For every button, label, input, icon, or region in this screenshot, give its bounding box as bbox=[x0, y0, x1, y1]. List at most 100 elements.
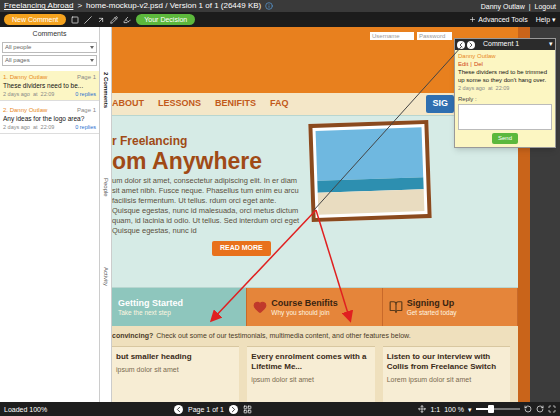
comment-popup: Comment 1▾Danny OutlawEdit|DelThese divi… bbox=[454, 38, 556, 148]
column-body: ipsum dolor sit amet bbox=[251, 375, 370, 384]
grid-icon[interactable] bbox=[243, 405, 252, 414]
column-card: but smaller heading ipsum dolor sit amet bbox=[112, 346, 239, 402]
title-bar: Freelancing Abroad > home-mockup-v2.psd / … bbox=[0, 0, 560, 12]
pan-icon[interactable] bbox=[418, 405, 426, 413]
popup-author: Danny Outlaw bbox=[458, 52, 552, 60]
side-tab[interactable]: Activity bbox=[101, 267, 110, 286]
next-comment-icon[interactable] bbox=[467, 41, 475, 49]
user-name: Danny Outlaw bbox=[481, 3, 525, 10]
comment-page: Page 1 bbox=[77, 106, 96, 114]
column-body: Lorem ipsum dolor sit amet bbox=[387, 375, 506, 384]
line-tool-icon[interactable] bbox=[84, 16, 92, 24]
comment-replies[interactable]: 0 replies bbox=[75, 123, 96, 131]
zoom-menu[interactable]: ▾ bbox=[468, 406, 472, 413]
rotate-left-icon[interactable] bbox=[524, 405, 532, 413]
read-more-button: READ MORE bbox=[212, 241, 271, 256]
project-link[interactable]: Freelancing Abroad bbox=[4, 2, 73, 10]
pencil-tool-icon[interactable] bbox=[110, 16, 118, 24]
feature-tab: Getting StartedTake the next step bbox=[112, 288, 247, 326]
arrow-left[interactable] bbox=[212, 210, 316, 320]
plus-icon bbox=[469, 16, 476, 23]
delete-link[interactable]: Del bbox=[474, 60, 483, 68]
fullscreen-icon[interactable] bbox=[548, 405, 556, 413]
feature-title: Course Benifits bbox=[271, 298, 338, 309]
arrow-right[interactable] bbox=[316, 210, 350, 320]
highlighter-tool-icon[interactable] bbox=[123, 16, 131, 24]
convincing-row: convincing?Check out some of our testimo… bbox=[112, 326, 518, 346]
columns: but smaller heading ipsum dolor sit amet E… bbox=[112, 346, 518, 402]
nav-button: SIG bbox=[426, 95, 454, 113]
previous-comment-icon[interactable] bbox=[457, 41, 465, 49]
comment-page: Page 1 bbox=[77, 73, 96, 81]
book-icon bbox=[389, 300, 403, 314]
help-menu[interactable]: Help ▾ bbox=[536, 16, 556, 23]
feature-subtitle: Why you should join bbox=[271, 309, 338, 317]
advanced-tools-button[interactable]: Advanced Tools bbox=[469, 16, 527, 23]
connector-line bbox=[314, 46, 462, 210]
hero-photo bbox=[308, 120, 431, 222]
column-heading: but smaller heading bbox=[116, 352, 235, 362]
user-separator: | bbox=[529, 3, 531, 10]
breadcrumb-separator: > bbox=[77, 2, 82, 10]
comment-replies[interactable]: 0 replies bbox=[75, 90, 96, 98]
edit-link[interactable]: Edit bbox=[458, 60, 468, 68]
comment-author: 1. Danny Outlaw bbox=[3, 73, 47, 81]
comment-item[interactable]: 1. Danny Outlaw Page 1These dividers need… bbox=[0, 71, 99, 101]
column-card: Every enrolment comes with a Lifetime Me… bbox=[247, 346, 374, 402]
hero-kicker: r Freelancing bbox=[112, 134, 302, 148]
file-name: home-mockup-v2.psd / Version 1 of 1 (264… bbox=[86, 2, 261, 10]
feature-title: Getting Started bbox=[118, 298, 183, 309]
popup-text: These dividers ned to be trimmed up some… bbox=[458, 68, 552, 84]
app: Freelancing Abroad > home-mockup-v2.psd / … bbox=[0, 0, 560, 416]
comment-author: 2. Danny Outlaw bbox=[3, 106, 47, 114]
hero-title: om Anywhere bbox=[112, 148, 302, 174]
zoom-value: 100 % bbox=[444, 406, 464, 413]
ratio-button[interactable]: 1:1 bbox=[430, 406, 440, 413]
nav-link: FAQ bbox=[270, 97, 289, 111]
column-heading: Every enrolment comes with a Lifetime Me… bbox=[251, 352, 370, 372]
comments-title: Comments bbox=[0, 27, 99, 42]
feature-subtitle: Get started today bbox=[407, 309, 457, 317]
next-page-icon[interactable] bbox=[229, 405, 238, 414]
filter-select[interactable]: All people bbox=[2, 42, 97, 53]
page-indicator: Page 1 of 1 bbox=[188, 406, 224, 413]
logout-link[interactable]: Logout bbox=[535, 3, 556, 10]
new-comment-button[interactable]: New Comment bbox=[4, 14, 66, 25]
comment-time: 2 days ago at 22:09 bbox=[3, 90, 54, 98]
previous-page-icon[interactable] bbox=[174, 405, 183, 414]
reply-input[interactable] bbox=[458, 104, 552, 130]
column-body: ipsum dolor sit amet bbox=[116, 365, 235, 374]
info-icon[interactable] bbox=[265, 2, 273, 10]
popup-menu[interactable]: ▾ bbox=[549, 39, 553, 50]
hero-body: um dolor sit amet, consectetur adipiscin… bbox=[112, 176, 302, 236]
filter-select[interactable]: All pages bbox=[2, 55, 97, 66]
column-heading: Listen to our interview with Collis from… bbox=[387, 352, 506, 372]
arrow-tool-icon[interactable] bbox=[97, 16, 105, 24]
comment-item[interactable]: 2. Danny Outlaw Page 1Any ideas for the l… bbox=[0, 104, 99, 134]
rectangle-tool-icon[interactable] bbox=[71, 16, 79, 24]
comment-text: Any ideas for the logo area? bbox=[3, 114, 96, 123]
zoom-slider[interactable] bbox=[476, 408, 520, 410]
canvas: UsernamePasswordABOUTLESSONSBENIFITSFAQS… bbox=[112, 27, 560, 402]
send-button[interactable]: Send bbox=[492, 133, 518, 144]
heart-icon bbox=[253, 300, 267, 314]
username-field: Username bbox=[370, 32, 414, 40]
comment-time: 2 days ago at 22:09 bbox=[3, 123, 54, 131]
nav-link: LESSONS bbox=[158, 97, 201, 111]
feature-strip: Getting StartedTake the next step Course … bbox=[112, 288, 518, 326]
comment-text: These dividers need to be... bbox=[3, 81, 96, 90]
popup-time: 2 days ago at 22:09 bbox=[458, 84, 552, 92]
nav-link: BENIFITS bbox=[215, 97, 256, 111]
loaded-status: Loaded 100% bbox=[4, 406, 174, 413]
comments-panel: CommentsAll people All pages 1. Danny Outl… bbox=[0, 27, 100, 402]
side-tab[interactable]: 2 Comments bbox=[101, 72, 110, 108]
decision-button[interactable]: Your Decision bbox=[136, 14, 195, 25]
popup-title: Comment 1 bbox=[483, 39, 519, 50]
rotate-right-icon[interactable] bbox=[536, 405, 544, 413]
side-tab[interactable]: People bbox=[101, 178, 110, 197]
side-tabs: 2 Comments People Activity bbox=[100, 27, 112, 402]
status-bar: Loaded 100% Page 1 of 1 1:1 100 % ▾ bbox=[0, 402, 560, 416]
toolbar: New Comment Your Decision Advanced Tools He… bbox=[0, 12, 560, 27]
nav-link: ABOUT bbox=[112, 97, 144, 111]
feature-tab: Signing UpGet started today bbox=[383, 288, 518, 326]
